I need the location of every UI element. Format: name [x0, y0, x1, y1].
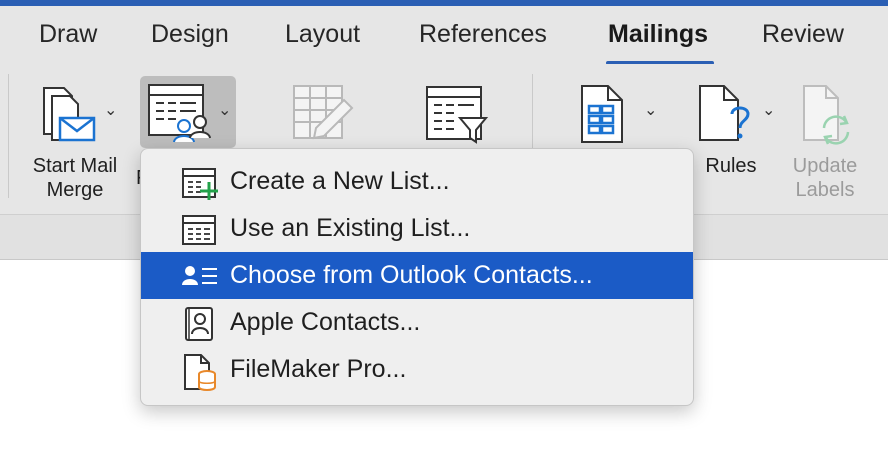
mail-merge-icon: [43, 87, 96, 142]
filter-recipients-button[interactable]: [424, 84, 490, 146]
filter-list-icon: [426, 86, 489, 144]
rules-button[interactable]: [696, 84, 756, 148]
tab-design[interactable]: Design: [151, 20, 229, 49]
update-labels-icon: [803, 85, 850, 145]
tab-draw[interactable]: Draw: [39, 20, 97, 49]
tab-review[interactable]: Review: [762, 20, 844, 49]
new-list-icon: [181, 166, 221, 205]
edit-list-icon: [293, 85, 354, 140]
rules-icon: [699, 85, 750, 141]
menu-item-label: Use an Existing List...: [230, 214, 471, 242]
menu-item-label: Create a New List...: [230, 167, 450, 195]
menu-item-apple-contacts[interactable]: Apple Contacts...: [141, 299, 693, 346]
tab-mailings[interactable]: Mailings: [608, 20, 708, 49]
apple-contacts-icon: [181, 307, 221, 346]
tab-layout[interactable]: Layout: [285, 20, 360, 49]
chevron-down-icon[interactable]: ⌄: [104, 100, 117, 120]
update-labels-button[interactable]: [800, 84, 858, 146]
outlook-contacts-icon: [181, 260, 221, 299]
menu-item-outlook-contacts[interactable]: Choose from Outlook Contacts...: [141, 252, 693, 299]
recipients-list-icon: [148, 84, 211, 143]
filemaker-icon: [181, 354, 221, 397]
merge-field-icon: [581, 85, 623, 143]
select-recipients-icon-wrap: [146, 82, 216, 144]
menu-item-label: FileMaker Pro...: [230, 355, 407, 383]
edit-recipient-list-button[interactable]: [292, 84, 356, 144]
menu-item-use-existing-list[interactable]: Use an Existing List...: [141, 205, 693, 252]
ribbon-tab-bar: Draw Design Layout References Mailings R…: [0, 6, 888, 65]
tab-references[interactable]: References: [419, 20, 547, 49]
start-mail-merge-button[interactable]: [38, 84, 98, 148]
rules-label: Rules: [705, 155, 757, 177]
existing-list-icon: [181, 213, 221, 252]
menu-item-label: Choose from Outlook Contacts...: [230, 261, 593, 289]
insert-merge-field-button[interactable]: [578, 84, 628, 144]
chevron-down-icon[interactable]: ⌄: [218, 100, 231, 120]
menu-item-filemaker-pro[interactable]: FileMaker Pro...: [141, 346, 693, 393]
ribbon-separator: [8, 74, 9, 198]
start-mail-merge-label: Start Mail Merge: [32, 155, 118, 201]
select-recipients-menu: Create a New List... Use an Existing Lis…: [140, 148, 694, 406]
menu-item-create-new-list[interactable]: Create a New List...: [141, 158, 693, 205]
chevron-down-icon[interactable]: ⌄: [644, 100, 657, 120]
update-labels-label: Update Labels: [792, 155, 858, 201]
menu-item-label: Apple Contacts...: [230, 308, 421, 336]
chevron-down-icon[interactable]: ⌄: [762, 100, 775, 120]
